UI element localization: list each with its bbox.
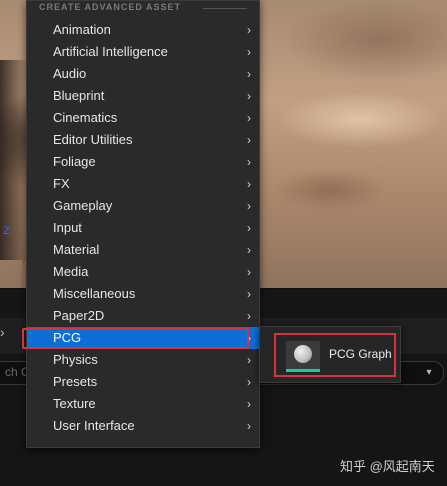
chevron-right-icon: ›: [247, 133, 251, 147]
menu-header-divider: [203, 8, 247, 9]
menu-item-label: Paper2D: [53, 308, 105, 323]
menu-item-cinematics[interactable]: Cinematics ›: [27, 107, 259, 129]
menu-item-fx[interactable]: FX ›: [27, 173, 259, 195]
menu-item-artificial-intelligence[interactable]: Artificial Intelligence ›: [27, 41, 259, 63]
menu-item-label: Audio: [53, 66, 87, 81]
menu-item-user-interface[interactable]: User Interface ›: [27, 415, 259, 437]
menu-item-foliage[interactable]: Foliage ›: [27, 151, 259, 173]
chevron-right-icon: ›: [247, 221, 251, 235]
menu-item-editor-utilities[interactable]: Editor Utilities ›: [27, 129, 259, 151]
menu-item-label: Cinematics: [53, 110, 118, 125]
menu-item-label: PCG: [53, 330, 82, 345]
menu-item-audio[interactable]: Audio ›: [27, 63, 259, 85]
menu-item-physics[interactable]: Physics ›: [27, 349, 259, 371]
chevron-right-icon: ›: [247, 155, 251, 169]
watermark: 知乎 @风起南天: [340, 459, 435, 474]
chevron-right-icon: ›: [247, 67, 251, 81]
asset-type-color-bar: [286, 369, 320, 372]
create-advanced-asset-menu: CREATE ADVANCED ASSET Animation › Artifici…: [26, 0, 260, 448]
pcg-graph-label: PCG Graph: [329, 347, 392, 361]
chevron-right-icon: ›: [247, 419, 251, 433]
chevron-right-icon: ›: [247, 199, 251, 213]
menu-item-label: Input: [53, 220, 82, 235]
chevron-right-icon: ›: [247, 177, 251, 191]
menu-item-label: User Interface: [53, 418, 135, 433]
menu-item-input[interactable]: Input ›: [27, 217, 259, 239]
menu-item-label: Editor Utilities: [53, 132, 133, 147]
menu-item-animation[interactable]: Animation ›: [27, 19, 259, 41]
menu-item-label: Gameplay: [53, 198, 113, 213]
chevron-right-icon: ›: [247, 265, 251, 279]
chevron-down-icon[interactable]: ▾: [421, 365, 437, 381]
menu-item-miscellaneous[interactable]: Miscellaneous ›: [27, 283, 259, 305]
chevron-right-icon: ›: [247, 331, 251, 345]
chevron-right-icon: ›: [247, 111, 251, 125]
chevron-right-icon: ›: [247, 23, 251, 37]
menu-item-label: Texture: [53, 396, 96, 411]
menu-item-blueprint[interactable]: Blueprint ›: [27, 85, 259, 107]
chevron-right-icon: ›: [247, 89, 251, 103]
pcg-submenu: PCG Graph: [259, 326, 401, 383]
axis-z-label: Z: [3, 225, 10, 237]
menu-item-label: Physics: [53, 352, 98, 367]
chevron-right-icon[interactable]: ›: [0, 324, 5, 340]
menu-item-label: FX: [53, 176, 70, 191]
menu-item-label: Media: [53, 264, 89, 279]
menu-item-label: Animation: [53, 22, 111, 37]
chevron-right-icon: ›: [247, 309, 251, 323]
asset-thumbnail: [286, 341, 320, 371]
menu-item-pcg[interactable]: PCG ›: [27, 327, 259, 349]
menu-item-label: Artificial Intelligence: [53, 44, 168, 59]
menu-item-label: Blueprint: [53, 88, 105, 103]
chevron-right-icon: ›: [247, 397, 251, 411]
menu-item-media[interactable]: Media ›: [27, 261, 259, 283]
chevron-right-icon: ›: [247, 243, 251, 257]
menu-item-gameplay[interactable]: Gameplay ›: [27, 195, 259, 217]
menu-item-texture[interactable]: Texture ›: [27, 393, 259, 415]
chevron-right-icon: ›: [247, 45, 251, 59]
menu-item-label: Presets: [53, 374, 98, 389]
menu-section-header: CREATE ADVANCED ASSET: [39, 2, 182, 12]
pcg-graph-item[interactable]: PCG Graph: [274, 333, 396, 377]
menu-item-label: Miscellaneous: [53, 286, 136, 301]
chevron-right-icon: ›: [247, 287, 251, 301]
menu-item-material[interactable]: Material ›: [27, 239, 259, 261]
menu-item-label: Foliage: [53, 154, 96, 169]
chevron-right-icon: ›: [247, 375, 251, 389]
pcg-graph-icon: [294, 345, 312, 363]
menu-item-paper2d[interactable]: Paper2D ›: [27, 305, 259, 327]
menu-item-presets[interactable]: Presets ›: [27, 371, 259, 393]
menu-item-label: Material: [53, 242, 100, 257]
chevron-right-icon: ›: [247, 353, 251, 367]
